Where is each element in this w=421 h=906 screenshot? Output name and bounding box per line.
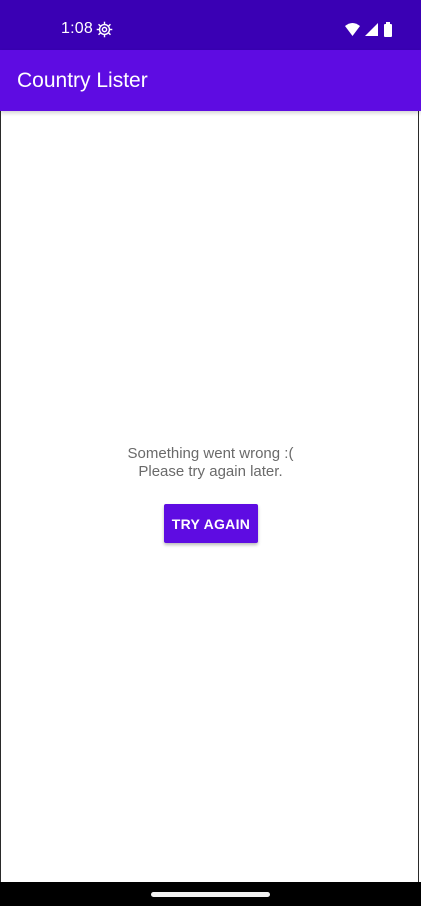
- status-time: 1:08: [61, 20, 93, 37]
- main-content: Something went wrong :( Please try again…: [0, 111, 419, 882]
- app-title: Country Lister: [17, 69, 148, 92]
- battery-icon: [384, 21, 392, 37]
- try-again-button[interactable]: TRY AGAIN: [164, 504, 258, 543]
- phone-screen: 1:08 Country Lister Something went wrong…: [0, 0, 421, 906]
- status-icons: [345, 20, 393, 38]
- settings-gear-icon: [96, 21, 113, 38]
- error-message-line-1: Something went wrong :(: [127, 445, 294, 462]
- home-handle[interactable]: [151, 892, 270, 897]
- wifi-icon: [345, 22, 360, 36]
- status-bar: 1:08: [0, 0, 421, 50]
- error-message: Something went wrong :( Please try again…: [1, 445, 420, 481]
- error-message-line-2: Please try again later.: [138, 463, 283, 480]
- system-navigation-bar: [0, 882, 421, 906]
- app-bar: Country Lister: [0, 50, 421, 111]
- cell-signal-icon: [365, 22, 378, 36]
